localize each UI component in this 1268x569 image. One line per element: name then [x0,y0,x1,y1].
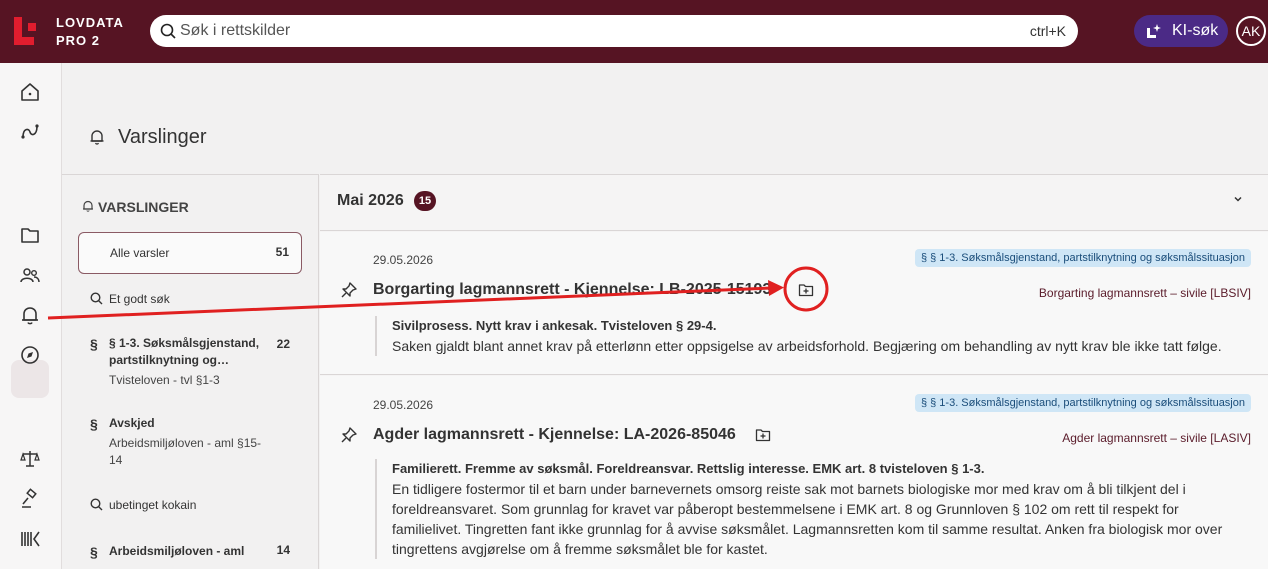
entry-date: 29.05.2026 [373,253,434,267]
search-icon [90,292,103,305]
folder-icon[interactable] [19,224,41,246]
pin-icon[interactable] [340,426,358,444]
sparkle-icon [1147,24,1161,38]
paragraph-tag[interactable]: § § 1-3. Søksmålsgjenstand, partstilknyt… [914,249,1251,267]
month-count-badge: 15 [414,191,436,211]
sidebar-item-subtitle-1: Arbeidsmiljøloven - aml §15- [109,436,262,450]
people-icon[interactable] [19,264,41,286]
alert-entry[interactable]: 29.05.2026 § § 1-3. Søksmålsgjenstand, p… [320,232,1268,375]
page-title-text: Varslinger [118,126,207,148]
ki-search-label: KI-søk [1172,22,1219,39]
bell-icon[interactable] [19,304,41,326]
search-icon [90,498,103,511]
sidebar-item-all-alerts[interactable]: Alle varsler 51 [78,232,302,274]
sidebar-item-count: 51 [275,245,289,259]
pin-icon[interactable] [340,281,358,299]
sidebar-item-subtitle: Tvisteloven - tvl §1-3 [109,373,220,387]
summary-text-line: foreldreansvaret. Som grunnlag for krave… [392,501,1179,517]
sidebar-item-saved-search[interactable]: ubetinget kokain [78,497,302,517]
summary-heading: Familierett. Fremme av søksmål. Foreldre… [392,461,985,476]
sidebar-item-paragraph[interactable]: § Arbeidsmiljøloven - aml 14 [78,543,302,563]
sidebar-item-paragraph[interactable]: § Avskjed Arbeidsmiljøloven - aml §15- 1… [78,415,302,470]
paragraph-tag[interactable]: § § 1-3. Søksmålsgjenstand, partstilknyt… [914,394,1251,412]
paragraph-icon: § [90,544,98,560]
add-to-folder-icon[interactable] [755,427,771,443]
sidebar-item-label: ubetinget kokain [109,498,197,512]
search-shortcut: ctrl+K [1029,23,1066,39]
ki-search-button[interactable]: KI-søk [1134,15,1228,47]
summary-text-line: familielivet. Tingretten fant ikke grunn… [392,521,1223,537]
summary-text-line: En tidligere fostermor til et barn under… [392,481,1186,497]
navigation-rail [0,63,62,569]
sidebar-item-paragraph[interactable]: § § 1-3. Søksmålsgjenstand, partstilknyt… [78,335,302,390]
court-label: Agder lagmannsrett – sivile [LASIV] [1062,431,1251,445]
brand-line-1: LOVDATA [56,15,124,30]
compass-icon[interactable] [19,344,41,366]
sidebar-item-saved-search[interactable]: Et godt søk [78,291,302,311]
alerts-list-panel: VARSLINGER Alle varsler 51 Et godt søk §… [62,174,319,569]
month-group-header[interactable]: Mai 2026 15 [320,175,1268,231]
alert-entry[interactable]: 29.05.2026 § § 1-3. Søksmålsgjenstand, p… [320,376,1268,569]
brand-line-2: PRO 2 [56,33,101,48]
entry-title-link[interactable]: Borgarting lagmannsrett - Kjennelse: LB-… [373,281,771,299]
sidebar-item-title: Avskjed [109,416,155,430]
lovdata-logo-icon[interactable] [14,17,42,45]
entry-title-link[interactable]: Agder lagmannsrett - Kjennelse: LA-2026-… [373,426,736,444]
sidebar-item-count: 14 [276,543,290,557]
sidebar-item-count: 22 [276,337,290,351]
sidebar-item-subtitle-2: 14 [109,453,123,467]
home-icon[interactable] [19,81,41,103]
summary-heading: Sivilprosess. Nytt krav i ankesak. Tvist… [392,318,717,333]
sidebar-item-label: Et godt søk [109,292,170,306]
sidebar-item-label: Alle varsler [110,246,170,260]
search-placeholder: Søk i rettskilder [180,22,291,39]
sidebar-item-title-2: partstilknytning og… [109,353,229,367]
sidebar-item-title: Arbeidsmiljøloven - aml [109,544,245,558]
summary-text-line: tingrettens avgjørelse om å fremme søksm… [392,541,768,557]
add-to-folder-icon[interactable] [798,282,814,298]
summary-text: Saken gjaldt blant annet krav på etterlø… [392,338,1222,354]
bell-icon [83,200,93,212]
entry-summary: Sivilprosess. Nytt krav i ankesak. Tvist… [375,316,1255,356]
user-avatar[interactable]: AK [1236,16,1266,46]
gavel-icon[interactable] [19,488,41,510]
barcode-icon[interactable] [19,528,41,550]
search-icon [160,23,176,39]
entry-date: 29.05.2026 [373,398,434,412]
brand-name[interactable]: LOVDATA PRO 2 [56,14,124,50]
route-icon[interactable] [19,120,41,142]
court-label: Borgarting lagmannsrett – sivile [LBSIV] [1038,286,1251,300]
search-input[interactable]: Søk i rettskilder ctrl+K [150,15,1078,47]
alerts-heading-text: VARSLINGER [98,199,189,215]
top-bar: LOVDATA PRO 2 Søk i rettskilder ctrl+K K… [0,0,1268,63]
sidebar-item-title-1: § 1-3. Søksmålsgjenstand, [109,336,260,350]
alerts-feed: Mai 2026 15 29.05.2026 § § 1-3. Søksmåls… [320,174,1268,569]
bell-icon [90,130,104,145]
scales-icon[interactable] [19,448,41,470]
chevron-down-icon[interactable] [1232,193,1244,205]
paragraph-icon: § [90,416,98,432]
month-label: Mai 2026 [337,192,404,209]
paragraph-icon: § [90,336,98,352]
entry-summary: Familierett. Fremme av søksmål. Foreldre… [375,459,1255,559]
